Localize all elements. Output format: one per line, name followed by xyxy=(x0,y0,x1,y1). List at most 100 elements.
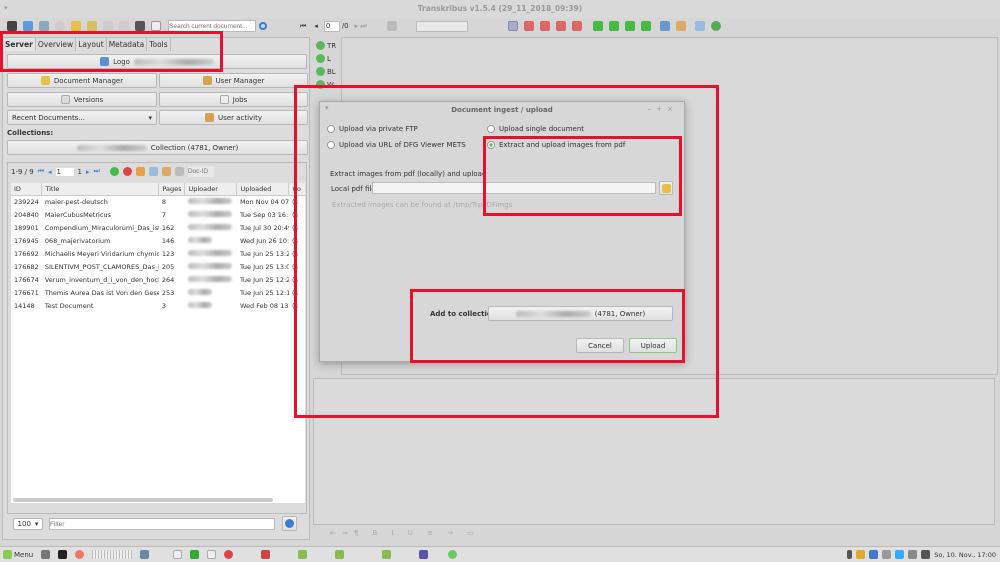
add-w-button[interactable]: W xyxy=(316,80,336,89)
add-icon[interactable] xyxy=(109,167,119,176)
zoom-out-icon[interactable] xyxy=(539,21,550,31)
jobs-icon[interactable] xyxy=(151,21,161,31)
delete-icon[interactable] xyxy=(122,167,132,176)
pdf-icon[interactable] xyxy=(261,550,271,559)
palette-icon[interactable] xyxy=(675,21,686,31)
chrome-icon[interactable] xyxy=(224,550,234,559)
info-icon[interactable] xyxy=(55,21,65,31)
refresh-button[interactable] xyxy=(282,516,297,531)
col-collections[interactable]: Co xyxy=(288,183,305,196)
app-strip[interactable] xyxy=(92,550,133,559)
page-size-select[interactable]: 100 ▾ xyxy=(13,518,43,530)
dialog-window-controls[interactable]: –+× xyxy=(648,105,678,113)
doc-id-input[interactable] xyxy=(187,166,214,177)
browse-file-button[interactable] xyxy=(659,181,673,195)
local-pdf-input[interactable] xyxy=(372,182,656,194)
doclist-page-input[interactable]: 1 xyxy=(55,167,74,176)
sidebar-toggle-icon[interactable] xyxy=(23,21,33,31)
login-button[interactable]: Logo xyxy=(7,54,307,69)
print-icon[interactable] xyxy=(135,21,145,31)
next-page-icon[interactable]: ▸ ⏭ xyxy=(355,22,367,31)
recent-documents-dropdown[interactable]: Recent Documents... ▾ xyxy=(7,110,157,125)
table-row[interactable]: 176945 068_majerivatorium 146 Wed Jun 26… xyxy=(11,234,305,247)
next-page-icon[interactable]: ▸ xyxy=(86,168,90,176)
col-title[interactable]: Title xyxy=(41,183,160,196)
edit-icon[interactable] xyxy=(161,167,171,176)
col-id[interactable]: ID xyxy=(11,183,43,196)
duplicate-icon[interactable] xyxy=(148,167,158,176)
export-icon[interactable] xyxy=(174,167,184,176)
keyboard-icon[interactable] xyxy=(921,550,931,559)
cancel-button[interactable]: Cancel xyxy=(576,338,624,353)
radio-ftp[interactable]: Upload via private FTP xyxy=(327,125,418,133)
firefox-icon[interactable] xyxy=(75,550,85,559)
page-input[interactable]: 0 xyxy=(323,20,340,32)
table-row[interactable]: 204840 MaierCubusMetricus 7 Tue Sep 03 1… xyxy=(11,208,305,221)
add-tr-button[interactable]: TR xyxy=(316,41,336,50)
col-uploaded[interactable]: Uploaded xyxy=(236,183,290,196)
volume-icon[interactable] xyxy=(908,550,918,559)
table-row[interactable]: 189901 Compendium_Miraculorumi_Das_ist_K… xyxy=(11,221,305,234)
sync-icon[interactable] xyxy=(119,21,129,31)
bug-icon[interactable] xyxy=(710,21,721,31)
collection-select-button[interactable]: (4781, Owner) xyxy=(488,306,673,321)
desktop-icon[interactable] xyxy=(41,550,51,559)
export-icon[interactable] xyxy=(103,21,113,31)
open-folder-icon[interactable] xyxy=(71,21,81,31)
horizontal-scrollbar[interactable] xyxy=(13,498,273,502)
radio-single[interactable]: Upload single document xyxy=(487,125,584,133)
expand-icon[interactable] xyxy=(592,21,603,31)
zoom-in-icon[interactable] xyxy=(523,21,534,31)
import-icon[interactable] xyxy=(87,21,97,31)
clock[interactable]: So, 10. Nov., 17:00 xyxy=(934,551,996,559)
table-row[interactable]: 176674 Verum_inventum_d_i_von_den_hochnü… xyxy=(11,273,305,286)
transform-icon[interactable] xyxy=(624,21,635,31)
folder-icon[interactable] xyxy=(135,167,145,176)
terminal-icon[interactable] xyxy=(58,550,68,559)
text-editor-icon[interactable] xyxy=(207,550,217,559)
window-icon[interactable] xyxy=(298,550,308,559)
view-icon[interactable] xyxy=(39,21,49,31)
fit-width-icon[interactable] xyxy=(571,21,582,31)
update-icon[interactable] xyxy=(856,550,866,559)
menu-button[interactable]: Menu xyxy=(3,550,33,559)
prev-page-icon[interactable]: ◂ xyxy=(314,22,318,30)
add-bl-button[interactable]: BL xyxy=(316,67,336,76)
tab-server[interactable]: Server xyxy=(3,38,36,51)
tab-overview[interactable]: Overview xyxy=(36,38,77,51)
shrink-icon[interactable] xyxy=(608,21,619,31)
radio-pdf[interactable]: Extract and upload images from pdf xyxy=(487,141,625,149)
radio-mets[interactable]: Upload via URL of DFG Viewer METS xyxy=(327,141,466,149)
first-page-icon[interactable]: ⏮ xyxy=(300,22,306,31)
app-icon[interactable] xyxy=(140,550,150,559)
transkribus-icon[interactable] xyxy=(448,550,458,559)
user-manager-button[interactable]: User Manager xyxy=(159,73,308,88)
prev-page-icon[interactable]: ◂ xyxy=(48,168,52,176)
upload-button[interactable]: Upload xyxy=(629,338,677,353)
selection-tool-icon[interactable] xyxy=(507,21,518,31)
chart-icon[interactable] xyxy=(694,21,705,31)
user-activity-button[interactable]: User activity xyxy=(159,110,308,125)
table-row[interactable]: 176682 SILENTIVM_POST_CLAMORES_Das_ist_ … xyxy=(11,260,305,273)
screenshot-icon[interactable] xyxy=(659,21,670,31)
menu-icon[interactable] xyxy=(7,21,17,31)
window-icon[interactable] xyxy=(335,550,345,559)
versions-button[interactable]: Versions xyxy=(7,92,157,107)
window-icon[interactable] xyxy=(419,550,429,559)
spreadsheet-icon[interactable] xyxy=(190,550,200,559)
skype-icon[interactable] xyxy=(895,550,905,559)
first-page-icon[interactable]: ⏮ xyxy=(38,167,44,176)
col-pages[interactable]: Pages xyxy=(158,183,186,196)
tab-layout[interactable]: Layout xyxy=(76,38,107,51)
table-row[interactable]: 176692 Michaelis Meyeri Viridarium chymi… xyxy=(11,247,305,260)
window-icon[interactable] xyxy=(382,550,392,559)
fit-page-icon[interactable] xyxy=(555,21,566,31)
filter-input[interactable] xyxy=(49,518,275,530)
document-manager-button[interactable]: Document Manager xyxy=(7,73,157,88)
rotate-icon[interactable] xyxy=(640,21,651,31)
network-icon[interactable] xyxy=(882,550,892,559)
collection-selector-button[interactable]: Collection (4781, Owner) xyxy=(7,140,308,155)
table-row[interactable]: 14148 Test Document 3 Wed Feb 08 13:5 (s xyxy=(11,299,305,312)
last-page-icon[interactable]: ⏭ xyxy=(94,167,100,176)
tab-metadata[interactable]: Metadata xyxy=(107,38,148,51)
